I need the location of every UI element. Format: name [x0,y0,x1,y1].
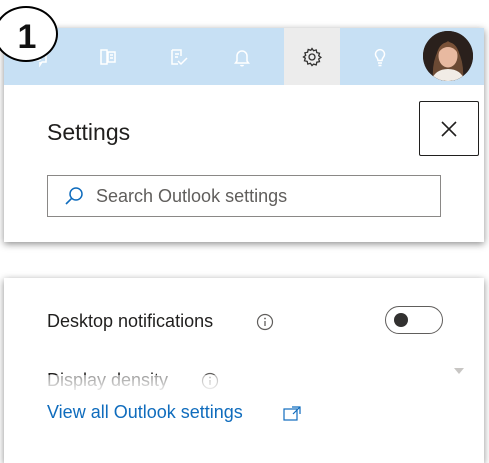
settings-pane-header: 1 Settings Search Outlook settings [0,6,484,242]
search-input[interactable] [96,176,426,216]
settings-title: Settings [47,119,131,145]
close-icon [441,120,457,137]
desktop-notifications-label: Desktop notifications [47,311,214,331]
scroll-down-arrow-icon[interactable] [454,368,464,374]
quick-settings-panel: Desktop notifications Display density Vi… [4,278,484,463]
desktop-notifications-toggle[interactable] [385,306,443,334]
open-in-new-window-icon[interactable] [283,406,301,422]
user-avatar[interactable] [423,31,473,81]
lightbulb-icon[interactable] [352,28,408,85]
top-nav-bar [4,28,484,85]
search-box[interactable] [47,175,441,217]
gear-icon[interactable] [284,28,340,85]
view-all-settings-link[interactable]: View all Outlook settings [47,402,243,423]
close-button[interactable] [419,101,479,156]
bell-icon[interactable] [214,28,270,85]
scroll-fade-overlay [4,375,484,395]
office-apps-icon[interactable] [80,28,136,85]
toggle-knob [394,313,408,327]
search-icon [65,187,83,205]
step-number: 1 [17,18,37,56]
info-icon[interactable] [256,313,274,331]
todo-icon[interactable] [150,28,206,85]
